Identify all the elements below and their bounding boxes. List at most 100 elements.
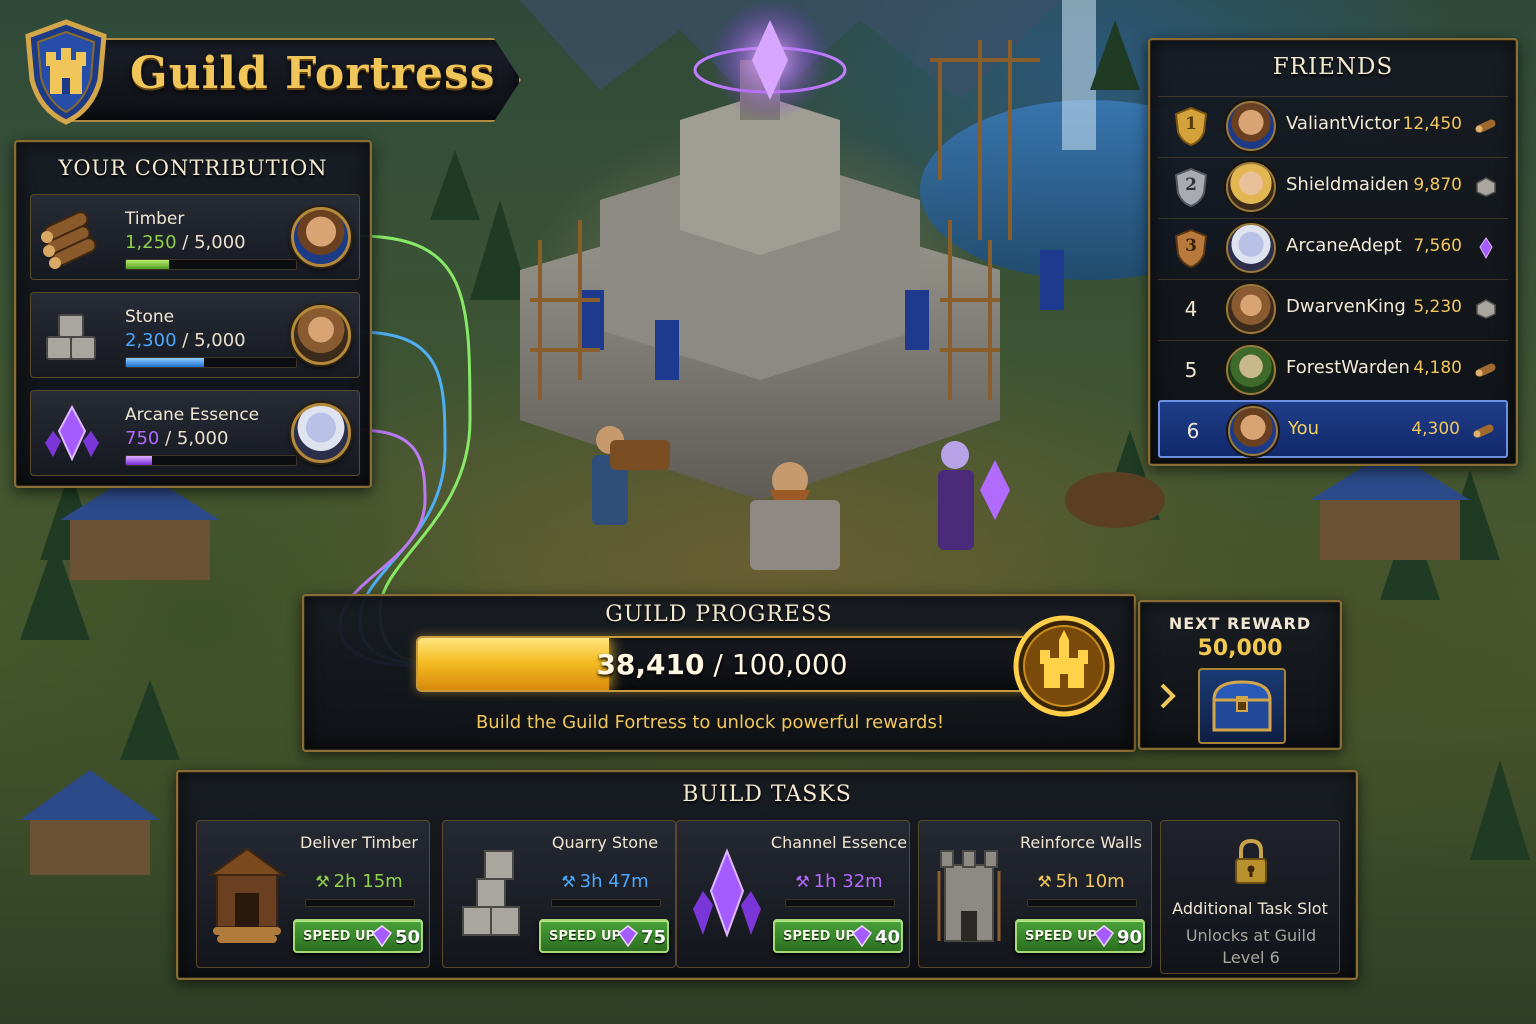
resource-name: Stone (125, 307, 175, 327)
resource-name: Arcane Essence (125, 405, 260, 425)
task-name: Reinforce Walls (1019, 833, 1143, 852)
friend-row[interactable]: 1 ValiantVictor 12,450 (1158, 96, 1508, 154)
resource-row-arcane-essence[interactable]: Arcane Essence 750 / 5,000 (30, 390, 360, 476)
task-timer: ⚒ 5h 10m (1011, 871, 1151, 892)
friends-panel: FRIENDS 1 ValiantVictor 12,450 2 Shieldm… (1148, 38, 1518, 466)
speed-up-label: SPEED UP (549, 929, 622, 944)
locked-task-slot: Additional Task Slot Unlocks at Guild Le… (1160, 820, 1340, 974)
speed-up-button[interactable]: SPEED UP 50 (293, 919, 423, 953)
task-time-value: 5h 10m (1055, 871, 1125, 892)
speed-up-cost: 90 (1117, 927, 1143, 948)
friend-row[interactable]: 4 DwarvenKing 5,230 (1158, 279, 1508, 337)
resource-separator: / (182, 330, 189, 351)
resource-progress-fill (126, 358, 205, 367)
speed-up-cost: 40 (875, 927, 901, 948)
next-reward-panel[interactable]: NEXT REWARD 50,000 (1138, 600, 1342, 750)
avatar (1226, 284, 1276, 334)
task-timer: ⚒ 1h 32m (769, 871, 909, 892)
castle-shield-icon (25, 19, 107, 125)
task-name: Quarry Stone (551, 833, 659, 852)
stone-icon (1476, 299, 1496, 319)
resource-progress-bar (125, 357, 297, 368)
resource-row-timber[interactable]: Timber 1,250 / 5,000 (30, 194, 360, 280)
resource-row-stone[interactable]: Stone 2,300 / 5,000 (30, 292, 360, 378)
friend-row-current-player[interactable]: 6 You 4,300 (1158, 400, 1508, 458)
timber-logs-icon (41, 211, 97, 269)
resource-separator: / (165, 428, 172, 449)
avatar (1226, 345, 1276, 395)
resource-name: Timber (125, 209, 185, 229)
avatar (1226, 162, 1276, 212)
gem-icon (851, 925, 873, 947)
task-progress-bar (1027, 899, 1137, 907)
resource-progress-fill (126, 456, 152, 465)
avatar-elf-mage (291, 403, 351, 463)
speed-up-label: SPEED UP (783, 929, 856, 944)
speed-up-cost: 50 (395, 927, 421, 948)
friend-row[interactable]: 3 ArcaneAdept 7,560 (1158, 218, 1508, 276)
resource-progress-fill (126, 260, 169, 269)
stone-tower-icon (937, 850, 1001, 942)
friend-row[interactable]: 5 ForestWarden 4,180 (1158, 340, 1508, 398)
friend-score: 5,230 (1413, 297, 1462, 317)
avatar-warrior (291, 207, 351, 267)
friend-name: Shieldmaiden (1286, 174, 1409, 195)
build-tasks-title: BUILD TASKS (682, 782, 852, 807)
treasure-chest-icon[interactable] (1198, 668, 1286, 744)
resource-amount: 750 / 5,000 (125, 428, 228, 449)
stone-blocks-icon (46, 314, 96, 360)
guild-progress-max: 100,000 (731, 648, 848, 681)
speed-up-label: SPEED UP (303, 929, 376, 944)
arcane-crystal-icon (45, 404, 99, 462)
resource-separator: / (182, 232, 189, 253)
rank-number: 6 (1186, 419, 1200, 443)
task-time-value: 3h 47m (579, 871, 649, 892)
friend-score: 4,180 (1413, 358, 1462, 378)
crystal-icon (1479, 237, 1493, 260)
resource-current: 1,250 (125, 232, 177, 253)
speed-up-button[interactable]: SPEED UP 40 (773, 919, 903, 953)
treasure-chest-graphic (1212, 680, 1272, 732)
bronze-rank-badge-icon (1174, 228, 1208, 268)
guild-progress-current: 38,410 (596, 648, 705, 681)
speed-up-button[interactable]: SPEED UP 75 (539, 919, 669, 953)
task-card-deliver-timber[interactable]: Deliver Timber ⚒ 2h 15m SPEED UP 50 (196, 820, 430, 968)
guild-progress-title: GUILD PROGRESS (605, 602, 833, 627)
task-time-value: 2h 15m (333, 871, 403, 892)
friend-row[interactable]: 2 Shieldmaiden 9,870 (1158, 157, 1508, 215)
padlock-icon (1235, 838, 1267, 884)
speed-up-button[interactable]: SPEED UP 90 (1015, 919, 1145, 953)
silver-rank-badge-icon (1174, 167, 1208, 207)
friend-name: You (1288, 418, 1320, 439)
worker-timer-icon: ⚒ (795, 872, 810, 891)
resource-current: 750 (125, 428, 160, 449)
guild-progress-subtitle: Build the Guild Fortress to unlock power… (475, 712, 945, 733)
stone-icon (1476, 177, 1496, 197)
task-card-reinforce-walls[interactable]: Reinforce Walls ⚒ 5h 10m SPEED UP 90 (918, 820, 1152, 968)
guild-progress-separator: / (713, 648, 723, 681)
friend-score: 12,450 (1402, 114, 1462, 134)
crystal-cluster-icon (693, 848, 761, 938)
gem-icon (1093, 925, 1115, 947)
task-timer: ⚒ 2h 15m (289, 871, 429, 892)
gold-rank-badge-icon (1174, 106, 1208, 146)
gem-icon (617, 925, 639, 947)
chevron-right-icon (1160, 683, 1176, 709)
gem-icon (371, 925, 393, 947)
locked-slot-title: Additional Task Slot (1172, 899, 1328, 918)
task-card-channel-essence[interactable]: Channel Essence ⚒ 1h 32m SPEED UP 40 (676, 820, 910, 968)
game-title: Guild Fortress (130, 48, 496, 99)
friend-name: ForestWarden (1286, 357, 1410, 378)
avatar-dwarf (291, 305, 351, 365)
build-tasks-panel: BUILD TASKS Deliver Timber ⚒ 2h 15m SPEED… (176, 770, 1358, 980)
resource-max: 5,000 (194, 330, 246, 351)
resource-amount: 2,300 / 5,000 (125, 330, 246, 351)
guild-progress-value: 38,410 / 100,000 (418, 648, 1026, 681)
title-banner: Guild Fortress (20, 18, 525, 126)
stone-pile-icon (462, 850, 520, 936)
golden-castle-medal-icon (1013, 615, 1115, 717)
task-card-quarry-stone[interactable]: Quarry Stone ⚒ 3h 47m SPEED UP 75 (442, 820, 676, 968)
worker-timer-icon: ⚒ (561, 872, 576, 891)
guild-progress-panel: GUILD PROGRESS 38,410 / 100,000 Build th… (302, 594, 1136, 752)
speed-up-cost: 75 (641, 927, 667, 948)
